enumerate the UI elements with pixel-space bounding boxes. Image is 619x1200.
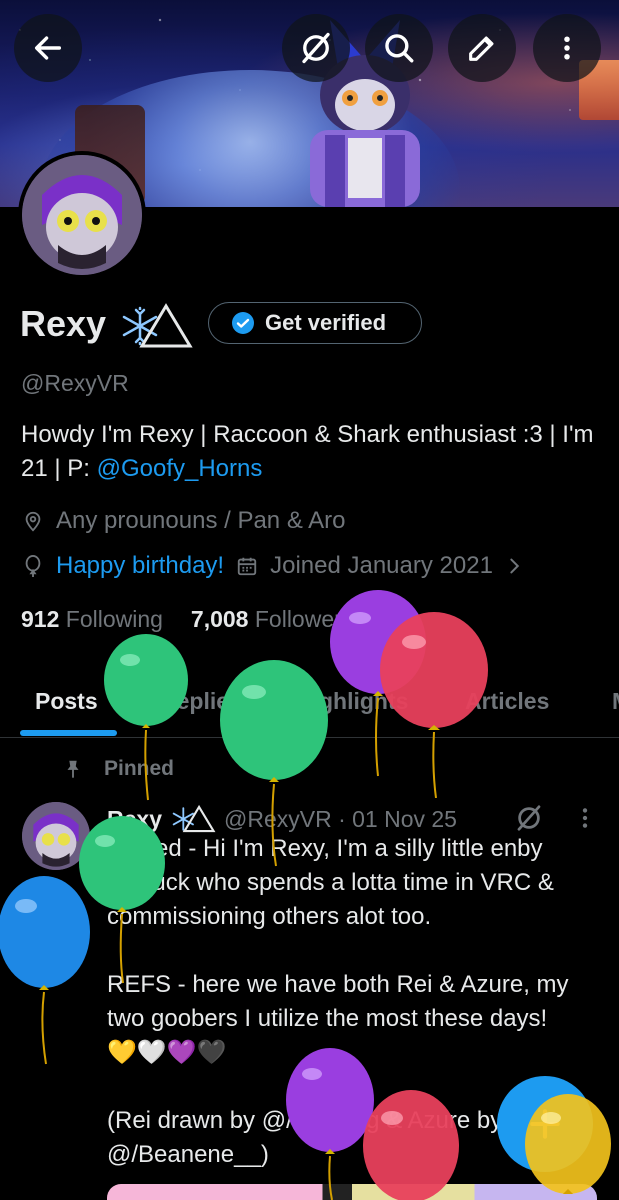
profile-avatar[interactable] bbox=[18, 151, 146, 279]
search-button[interactable] bbox=[365, 14, 433, 82]
snowflake-triangle-icon bbox=[172, 804, 216, 833]
joined-date: Joined January 2021 bbox=[270, 552, 493, 579]
tab-posts[interactable]: Posts bbox=[35, 688, 98, 715]
followers-count: 7,008 bbox=[190, 606, 249, 632]
post-more-icon[interactable] bbox=[572, 805, 598, 831]
name-emoji bbox=[118, 300, 194, 357]
calendar-icon bbox=[237, 557, 257, 576]
get-verified-label: Get verified bbox=[265, 310, 387, 335]
follow-stats: 912 Following 7,008 Followers bbox=[21, 606, 353, 633]
balloon-blue-1 bbox=[0, 876, 90, 1065]
chevron-right-icon[interactable] bbox=[505, 555, 525, 577]
more-button[interactable] bbox=[533, 14, 601, 82]
birthday-link[interactable]: Happy birthday! bbox=[56, 552, 224, 580]
snowflake-triangle-icon bbox=[122, 303, 193, 348]
pin-icon bbox=[67, 760, 79, 779]
verified-badge-icon bbox=[232, 312, 254, 334]
balloon-red-2 bbox=[363, 1090, 459, 1200]
balloon-icon bbox=[25, 555, 41, 577]
profile-handle: @RexyVR bbox=[21, 370, 129, 396]
location-pin-icon bbox=[25, 511, 41, 532]
edit-icon bbox=[469, 36, 494, 61]
bio-mention-link[interactable]: @Goofy_Horns bbox=[97, 455, 263, 482]
grok-icon bbox=[302, 32, 330, 64]
balloon-green-2 bbox=[220, 660, 328, 867]
grok-post-icon[interactable] bbox=[514, 803, 544, 833]
location-text: Any prounouns / Pan & Aro bbox=[56, 507, 346, 534]
avatar-art bbox=[22, 155, 142, 275]
profile-name: Rexy bbox=[20, 303, 107, 344]
following-label: Following bbox=[65, 606, 163, 632]
birthday-joined-row: Happy birthday! Joined January 2021 bbox=[22, 552, 525, 580]
arrow-left-icon bbox=[34, 36, 62, 60]
get-verified-button[interactable]: Get verified bbox=[208, 302, 422, 344]
following-count: 912 bbox=[21, 606, 60, 632]
balloon-yellow-1 bbox=[525, 1094, 611, 1194]
search-icon bbox=[385, 34, 414, 63]
following-link[interactable]: 912 Following bbox=[21, 606, 163, 633]
edit-profile-button[interactable] bbox=[448, 14, 516, 82]
more-icon bbox=[564, 36, 570, 60]
location-row: Any prounouns / Pan & Aro bbox=[22, 507, 346, 535]
profile-bio: Howdy I'm Rexy | Raccoon & Shark enthusi… bbox=[21, 418, 619, 486]
balloon-green-1 bbox=[104, 634, 188, 801]
tab-media[interactable]: M bbox=[612, 688, 619, 715]
back-button[interactable] bbox=[14, 14, 82, 82]
balloon-red-1 bbox=[380, 612, 488, 798]
grok-button[interactable] bbox=[282, 14, 350, 82]
